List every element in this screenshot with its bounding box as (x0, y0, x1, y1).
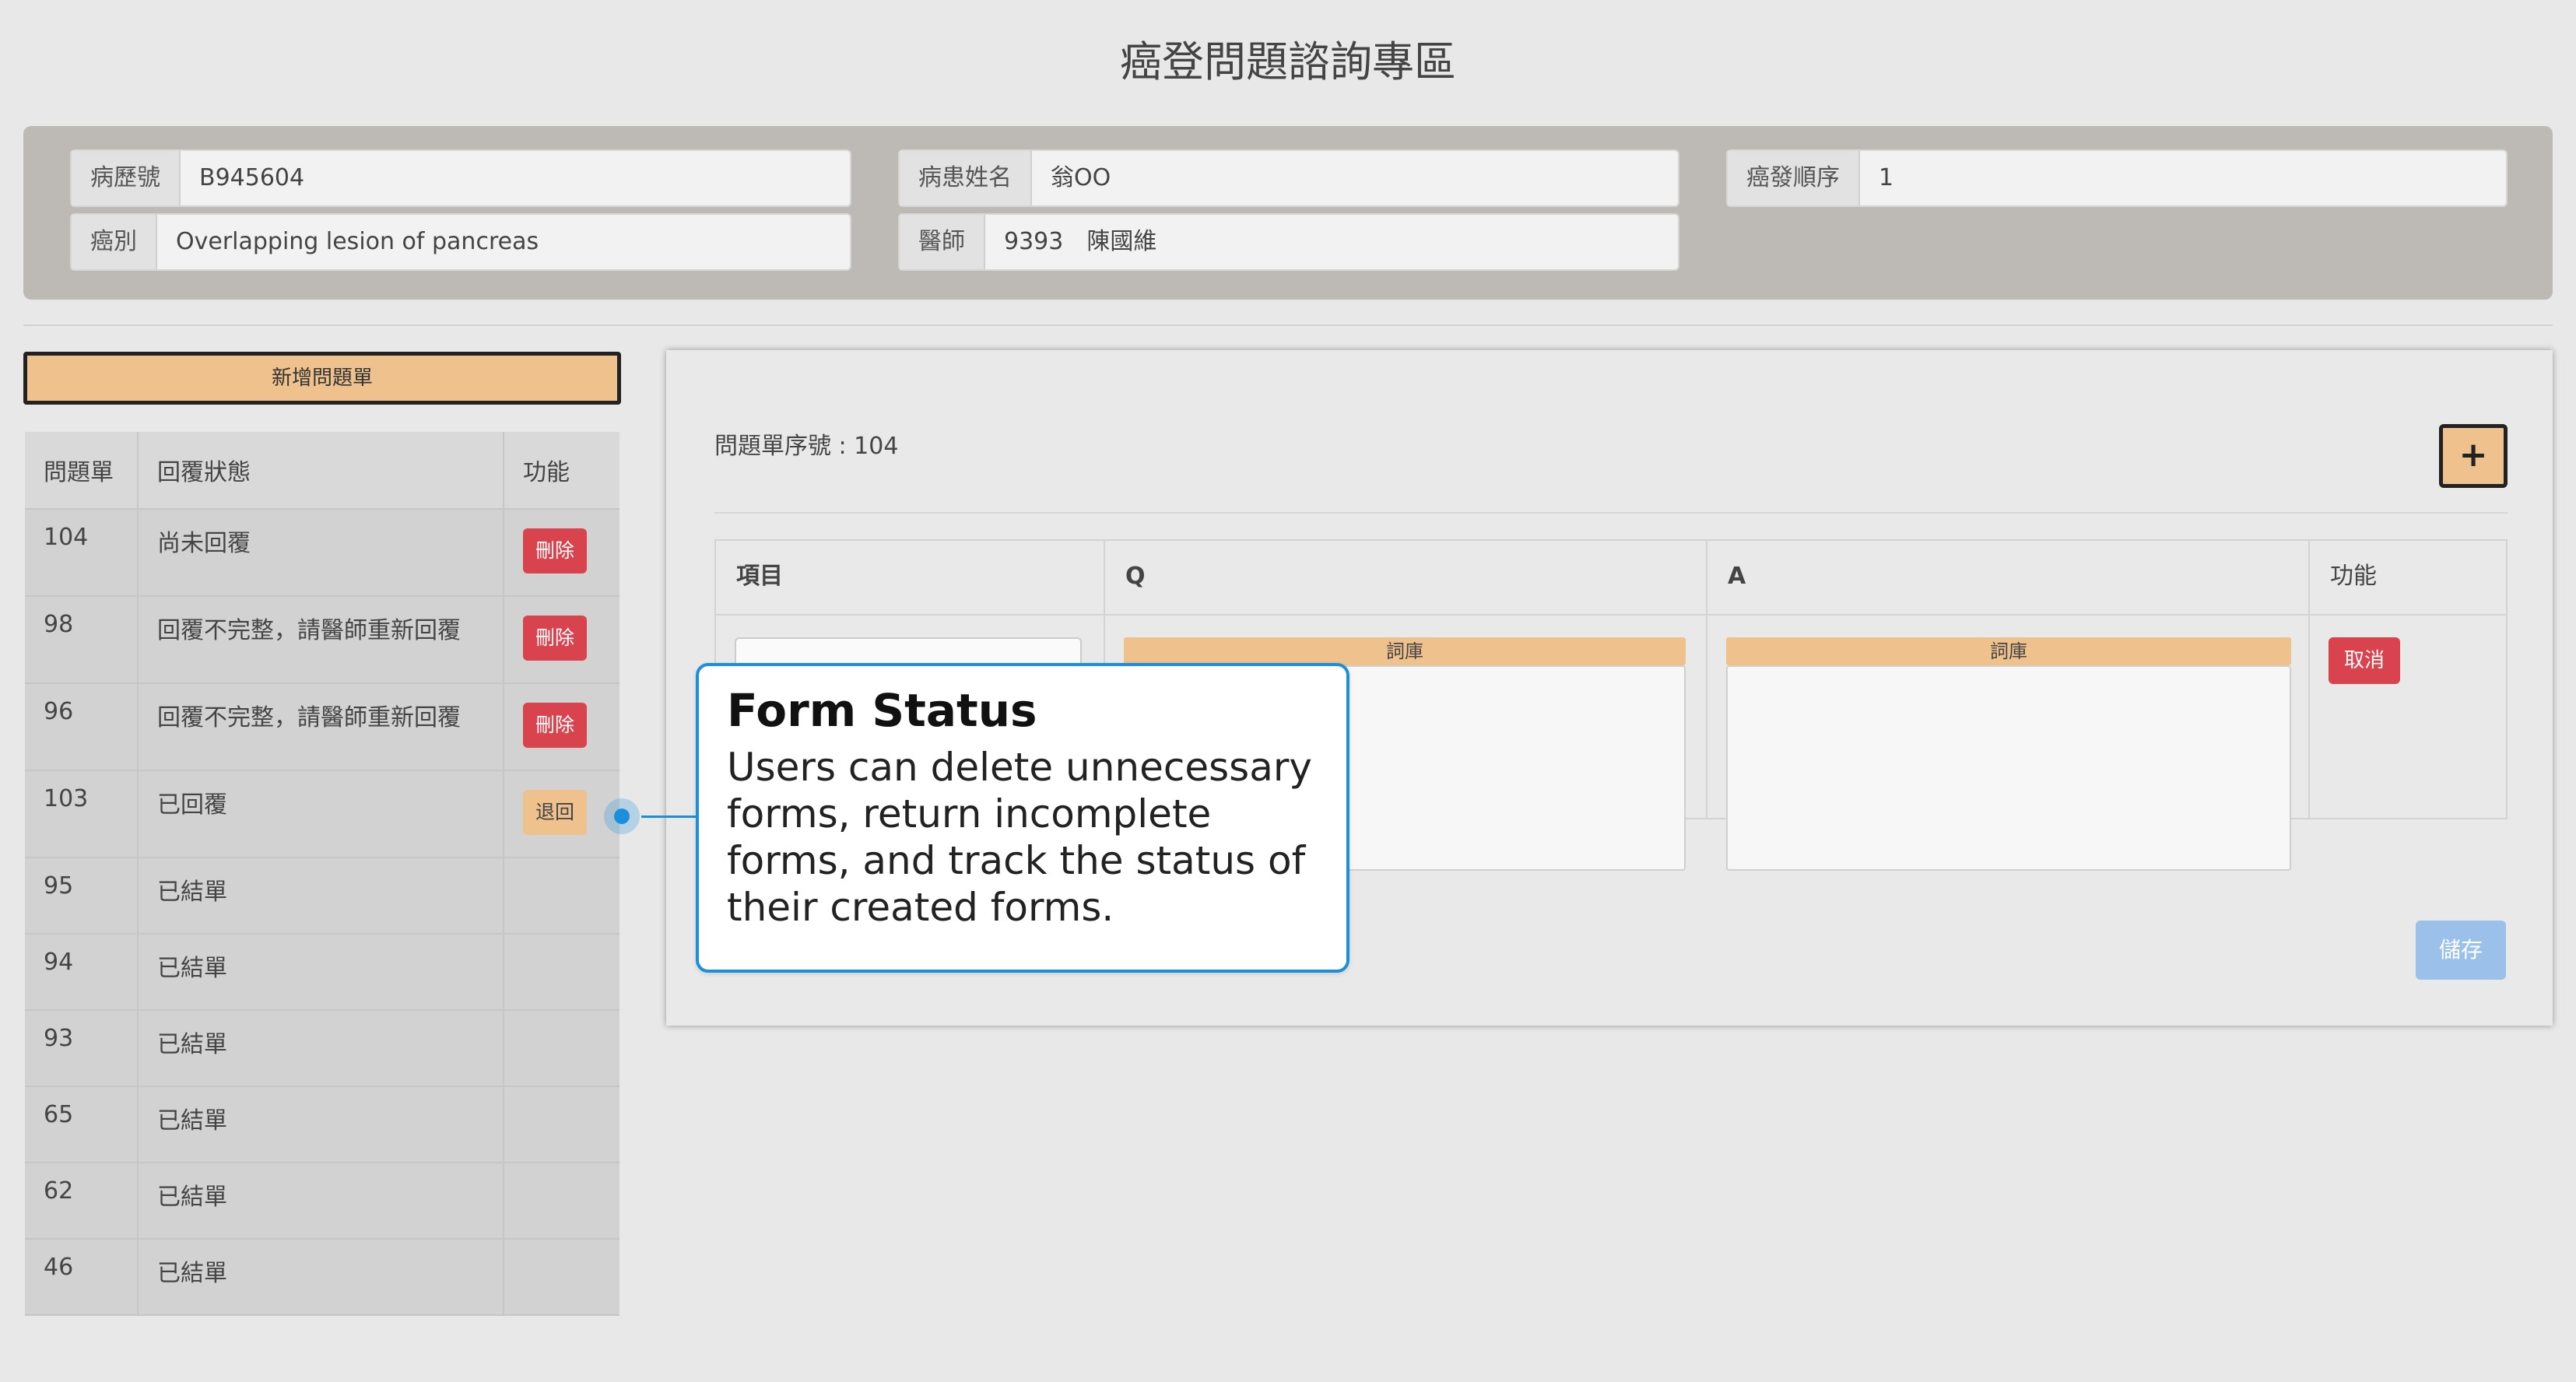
form-list-row[interactable]: 46 已結單 (25, 1239, 619, 1316)
callout-title: Form Status (727, 684, 1037, 737)
form-id-cell: 104 (25, 509, 139, 597)
function-cell (504, 1239, 619, 1316)
chart-no-group: 病歷號 B945604 (70, 149, 851, 207)
form-list-row[interactable]: 104 尚未回覆 刪除 (25, 509, 619, 597)
reply-status-cell: 已結單 (138, 1239, 504, 1316)
form-list-row[interactable]: 95 已結單 (25, 858, 619, 935)
q-library-button[interactable]: 詞庫 (1124, 637, 1686, 665)
form-list-row[interactable]: 96 回覆不完整，請醫師重新回覆 刪除 (25, 683, 619, 771)
a-header: A (1707, 541, 2308, 616)
header-reply-status: 回覆狀態 (138, 432, 504, 510)
page-title: 癌登問題諮詢專區 (1120, 37, 1456, 86)
form-list-row[interactable]: 93 已結單 (25, 1010, 619, 1087)
patient-name-value: 翁OO (1051, 164, 1111, 191)
form-status-callout: Form Status Users can delete unnecessary… (696, 663, 1349, 973)
a-column: A 詞庫 (1707, 541, 2310, 871)
form-id-cell: 46 (25, 1239, 139, 1316)
cancer-order-group: 癌發順序 1 (1726, 149, 2508, 207)
function-cell: 刪除 (504, 596, 619, 684)
function-cell (504, 1086, 619, 1163)
q-header: Q (1105, 541, 1706, 616)
patient-name-label: 病患姓名 (900, 151, 1032, 205)
a-library-button[interactable]: 詞庫 (1726, 637, 2291, 665)
chart-no-label: 病歷號 (72, 151, 181, 205)
callout-anchor-dot (604, 798, 640, 834)
function-cell: 刪除 (504, 683, 619, 771)
cancer-order-value: 1 (1879, 164, 1894, 191)
delete-form-button[interactable]: 刪除 (523, 616, 588, 661)
form-list-row[interactable]: 94 已結單 (25, 934, 619, 1011)
form-id-cell: 93 (25, 1010, 139, 1087)
reply-status-cell: 回覆不完整，請醫師重新回覆 (138, 596, 504, 684)
form-id-cell: 95 (25, 858, 139, 935)
function-cell (504, 1163, 619, 1240)
form-serial-label: 問題單序號 : 104 (714, 433, 899, 460)
function-cell (504, 1010, 619, 1087)
reply-status-cell: 回覆不完整，請醫師重新回覆 (138, 683, 504, 771)
section-divider (23, 324, 2553, 326)
function-cell: 退回 (504, 770, 619, 858)
reply-status-cell: 已結單 (138, 1010, 504, 1087)
reply-status-cell: 已回覆 (138, 770, 504, 858)
form-list-header-row: 問題單 回覆狀態 功能 (25, 432, 619, 510)
a-textarea[interactable] (1726, 665, 2291, 871)
save-button[interactable]: 儲存 (2416, 921, 2506, 980)
delete-form-button[interactable]: 刪除 (523, 703, 588, 748)
chart-no-value: B945604 (199, 164, 305, 191)
function-cell (504, 858, 619, 935)
function-cell: 刪除 (504, 509, 619, 597)
header-form-id: 問題單 (25, 432, 139, 510)
cancer-type-group: 癌別 Overlapping lesion of pancreas (70, 213, 851, 271)
reply-status-cell: 尚未回覆 (138, 509, 504, 597)
reply-status-cell: 已結單 (138, 1086, 504, 1163)
doctor-label: 醫師 (900, 215, 985, 269)
reply-status-cell: 已結單 (138, 1163, 504, 1240)
form-list-row[interactable]: 98 回覆不完整，請醫師重新回覆 刪除 (25, 596, 619, 684)
delete-form-button[interactable]: 刪除 (523, 528, 588, 573)
cancer-order-label: 癌發順序 (1728, 151, 1860, 205)
callout-connector-line (641, 816, 696, 818)
reply-status-cell: 已結單 (138, 858, 504, 935)
reply-status-cell: 已結單 (138, 934, 504, 1011)
form-id-cell: 103 (25, 770, 139, 858)
form-id-cell: 94 (25, 934, 139, 1011)
cancer-type-label: 癌別 (72, 215, 157, 269)
form-id-cell: 62 (25, 1163, 139, 1240)
cancel-button[interactable]: 取消 (2329, 637, 2400, 684)
form-list-row[interactable]: 62 已結單 (25, 1163, 619, 1240)
patient-name-group: 病患姓名 翁OO (898, 149, 1679, 207)
form-id-cell: 96 (25, 683, 139, 771)
form-list-row[interactable]: 103 已回覆 退回 (25, 770, 619, 858)
return-form-button[interactable]: 退回 (523, 790, 588, 835)
function-cell (504, 934, 619, 1011)
add-row-button[interactable]: + (2439, 424, 2508, 488)
form-id-cell: 65 (25, 1086, 139, 1163)
patient-info-panel: 病歷號 B945604 病患姓名 翁OO 癌發順序 1 癌別 Overlappi… (23, 126, 2553, 300)
header-function: 功能 (504, 432, 619, 510)
cancer-type-value: Overlapping lesion of pancreas (176, 228, 539, 255)
function-header: 功能 (2310, 541, 2506, 616)
panel-divider (714, 512, 2508, 514)
doctor-group: 醫師 9393 陳國維 (898, 213, 1679, 271)
form-id-cell: 98 (25, 596, 139, 684)
doctor-value: 9393 陳國維 (1004, 228, 1157, 255)
callout-body: Users can delete unnecessary forms, retu… (727, 745, 1313, 930)
function-column: 功能 取消 (2310, 541, 2506, 818)
form-list-row[interactable]: 65 已結單 (25, 1086, 619, 1163)
form-list-table: 問題單 回覆狀態 功能 104 尚未回覆 刪除 98 回覆不完整，請醫師重新回覆 刪除 96… (25, 432, 619, 1316)
item-header: 項目 (716, 541, 1104, 616)
new-form-button[interactable]: 新增問題單 (23, 352, 621, 405)
